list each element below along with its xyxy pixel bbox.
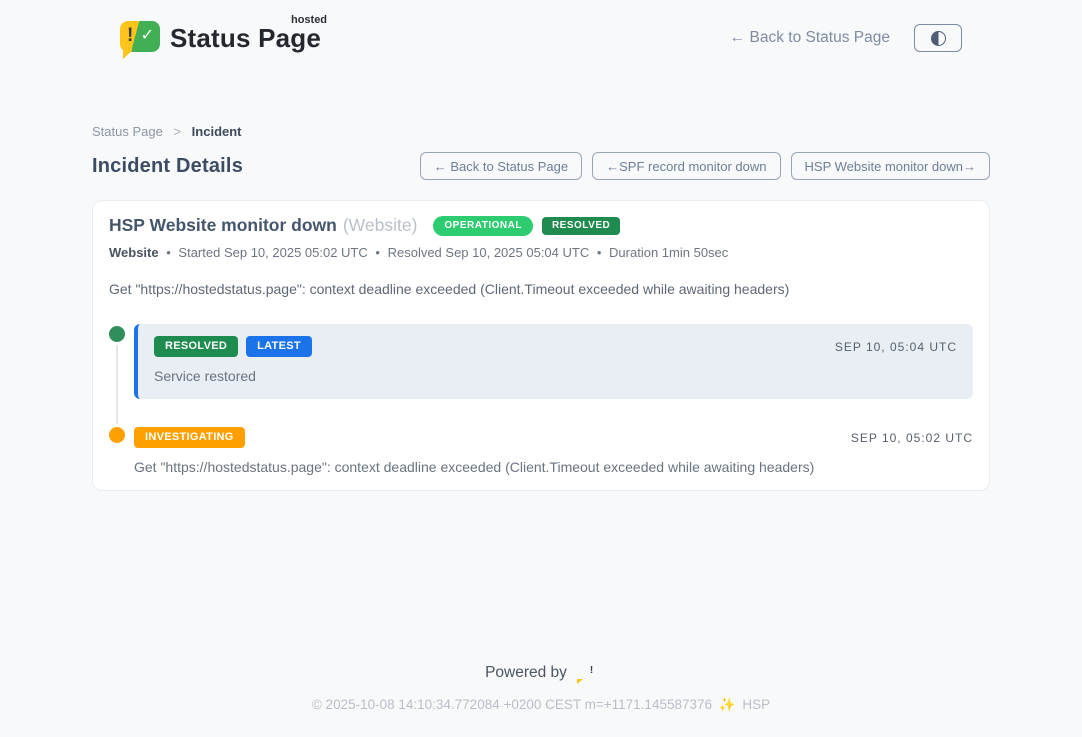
- incident-card: HSP Website monitor down (Website) OPERA…: [92, 200, 990, 491]
- incident-card-header: HSP Website monitor down (Website) OPERA…: [109, 215, 973, 236]
- meta-separator: •: [375, 245, 380, 260]
- latest-status-badge: LATEST: [246, 336, 312, 357]
- resolved-status-badge: RESOLVED: [154, 336, 238, 357]
- contrast-icon: [931, 31, 946, 46]
- timeline-timestamp: SEP 10, 05:04 UTC: [835, 340, 957, 354]
- brand-name: Status Page: [170, 23, 321, 53]
- timeline-entry-plain: INVESTIGATING SEP 10, 05:02 UTC Get "htt…: [134, 425, 973, 475]
- brand-logo: ! ✓ Status Page hosted: [120, 21, 325, 55]
- breadcrumb-incident: Incident: [192, 124, 242, 139]
- page-footer: Powered by ! ✓ © 2025-10-08 14:10:34.772…: [0, 663, 1082, 713]
- timeline-entry-head: RESOLVED LATEST SEP 10, 05:04 UTC: [154, 336, 957, 357]
- powered-by-link[interactable]: Powered by ! ✓: [485, 663, 597, 683]
- breadcrumb-status-page[interactable]: Status Page: [92, 124, 163, 139]
- timeline-gutter: [109, 324, 134, 399]
- meta-started: Started Sep 10, 2025 05:02 UTC: [178, 245, 367, 260]
- investigating-status-badge: INVESTIGATING: [134, 427, 245, 448]
- incident-description: Get "https://hostedstatus.page": context…: [109, 281, 973, 297]
- meta-separator: •: [166, 245, 171, 260]
- app-header: ! ✓ Status Page hosted ← Back to Status …: [0, 0, 1082, 62]
- timeline-entry-badges: RESOLVED LATEST: [154, 336, 312, 357]
- incident-timeline: RESOLVED LATEST SEP 10, 05:04 UTC Servic…: [109, 324, 973, 475]
- status-page-mini-logo-icon: ! ✓: [575, 663, 597, 683]
- incident-component: (Website): [343, 215, 418, 236]
- mini-logo-tail: [577, 679, 583, 684]
- incident-meta: Website • Started Sep 10, 2025 05:02 UTC…: [109, 245, 973, 260]
- timeline-entry-head: INVESTIGATING SEP 10, 05:02 UTC: [134, 427, 973, 448]
- incident-status-badges: OPERATIONAL RESOLVED: [433, 216, 620, 236]
- copyright-text: © 2025-10-08 14:10:34.772084 +0200 CEST …: [312, 697, 712, 712]
- checkmark-icon: ✓: [141, 25, 154, 45]
- meta-separator: •: [597, 245, 602, 260]
- timeline-message: Service restored: [154, 368, 957, 384]
- copyright-suffix: HSP: [742, 697, 770, 712]
- investigating-dot-icon: [109, 427, 125, 443]
- theme-toggle-button[interactable]: [914, 24, 962, 52]
- resolved-dot-icon: [109, 326, 125, 342]
- header-right: ← Back to Status Page: [730, 24, 962, 52]
- timeline-entry-highlighted: RESOLVED LATEST SEP 10, 05:04 UTC Servic…: [134, 324, 973, 399]
- meta-duration: Duration 1min 50sec: [609, 245, 728, 260]
- timeline-gutter: [109, 425, 134, 475]
- timeline-entry: RESOLVED LATEST SEP 10, 05:04 UTC Servic…: [109, 324, 973, 399]
- resolved-badge: RESOLVED: [542, 217, 620, 235]
- title-row: Incident Details ← Back to Status Page ←…: [92, 152, 990, 180]
- timeline-message: Get "https://hostedstatus.page": context…: [134, 459, 973, 475]
- prev-incident-button[interactable]: ←SPF record monitor down: [592, 152, 780, 180]
- brand-text: Status Page hosted: [170, 23, 325, 54]
- operational-badge: OPERATIONAL: [433, 216, 533, 236]
- page-title: Incident Details: [92, 155, 243, 178]
- incident-title: HSP Website monitor down: [109, 215, 337, 236]
- status-page-logo-icon: ! ✓: [120, 21, 160, 55]
- breadcrumb: Status Page > Incident: [92, 124, 990, 139]
- timeline-entry: INVESTIGATING SEP 10, 05:02 UTC Get "htt…: [109, 425, 973, 475]
- sparkles-icon: ✨: [719, 697, 736, 712]
- next-incident-button[interactable]: HSP Website monitor down→: [791, 152, 990, 180]
- powered-by-label: Powered by: [485, 664, 567, 682]
- back-to-status-page-button[interactable]: ← Back to Status Page: [420, 152, 582, 180]
- copyright-line: © 2025-10-08 14:10:34.772084 +0200 CEST …: [0, 697, 1082, 713]
- brand-superscript: hosted: [291, 14, 327, 26]
- meta-resolved: Resolved Sep 10, 2025 05:04 UTC: [388, 245, 590, 260]
- incident-nav-buttons: ← Back to Status Page ←SPF record monito…: [420, 152, 990, 180]
- breadcrumb-separator: >: [173, 124, 181, 139]
- main-content: Status Page > Incident Incident Details …: [92, 124, 990, 491]
- header-back-link[interactable]: ← Back to Status Page: [730, 29, 890, 47]
- timeline-entry-badges: INVESTIGATING: [134, 427, 245, 448]
- exclamation-icon: !: [127, 25, 133, 47]
- logo-bubble: ! ✓: [120, 21, 160, 52]
- meta-component: Website: [109, 245, 159, 260]
- timeline-timestamp: SEP 10, 05:02 UTC: [851, 431, 973, 445]
- logo-tail: [123, 50, 133, 59]
